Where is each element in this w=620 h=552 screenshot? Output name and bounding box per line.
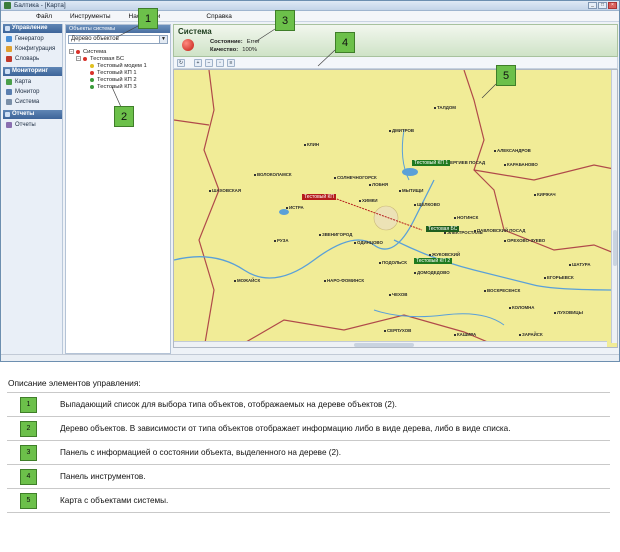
callout-badge-5: 5	[496, 65, 516, 86]
callout-badge-2: 2	[114, 106, 134, 127]
callout-badge-1: 1	[138, 8, 158, 29]
description-num-cell: 4	[7, 464, 50, 489]
description-badge: 4	[20, 468, 37, 485]
description-row: 3 Панель с информацией о состоянии объек…	[7, 440, 610, 465]
description-text: Выпадающий список для выбора типа объект…	[50, 392, 610, 417]
description-table: 1 Выпадающий список для выбора типа объе…	[7, 392, 610, 513]
description-num-cell: 3	[7, 440, 50, 465]
description-badge: 2	[20, 420, 37, 437]
description-text: Дерево объектов. В зависимости от типа о…	[50, 416, 610, 441]
callout-badge-4: 4	[335, 32, 355, 53]
description-num-cell: 2	[7, 416, 50, 441]
description-badge: 3	[20, 444, 37, 461]
callout-leaders	[111, 25, 497, 108]
leader-line	[254, 28, 276, 43]
description-text: Панель с информацией о состоянии объекта…	[50, 440, 610, 465]
description-num-cell: 5	[7, 488, 50, 513]
leader-line	[317, 49, 336, 67]
description-title: Описание элементов управления:	[8, 378, 141, 388]
leader-line	[111, 86, 122, 108]
callout-badge-3: 3	[275, 10, 295, 31]
leader-line	[116, 25, 139, 38]
description-badge: 5	[20, 492, 37, 509]
description-row: 4 Панель инструментов.	[7, 464, 610, 489]
description-row: 2 Дерево объектов. В зависимости от типа…	[7, 416, 610, 441]
description-text: Карта с объектами системы.	[50, 488, 610, 513]
description-row: 5 Карта с объектами системы.	[7, 488, 610, 513]
description-text: Панель инструментов.	[50, 464, 610, 489]
description-badge: 1	[20, 396, 37, 413]
description-num-cell: 1	[7, 392, 50, 417]
leader-line	[481, 83, 497, 99]
description-row: 1 Выпадающий список для выбора типа объе…	[7, 392, 610, 417]
